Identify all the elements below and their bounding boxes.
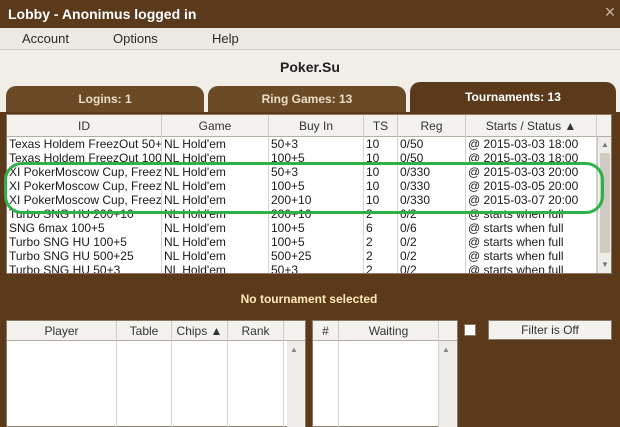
waiting-scrollbar[interactable]: ▲ — [439, 341, 457, 427]
cell-id: SNG 6max 100+5 — [7, 221, 162, 235]
scroll-down-icon[interactable]: ▼ — [599, 259, 611, 271]
cell-reg: 0/2 — [398, 249, 466, 263]
cell-status: @ starts when full — [466, 249, 597, 263]
waiting-col-divider — [313, 341, 339, 427]
title-bar: Lobby - Anonimus logged in × — [0, 0, 620, 28]
brand-title: Poker.Su — [280, 59, 340, 75]
col-waiting[interactable]: Waiting — [339, 321, 439, 341]
cell-buy-in: 500+25 — [269, 249, 364, 263]
menu-bar: Account Options Help — [0, 28, 620, 50]
col-game[interactable]: Game — [162, 115, 269, 137]
grid-header: ID Game Buy In TS Reg Starts / Status ▲ — [7, 115, 611, 137]
players-scrollbar[interactable]: ▲ — [287, 341, 305, 427]
table-row[interactable]: Turbo SNG HU 500+25 NL Hold'em 500+25 2 0/2 @… — [7, 249, 597, 263]
waiting-col-divider — [339, 341, 439, 427]
cell-ts: 2 — [364, 263, 398, 273]
cell-game: NL Hold'em — [162, 263, 269, 273]
cell-id: Turbo SNG HU 100+5 — [7, 235, 162, 249]
cell-buy-in: 100+5 — [269, 235, 364, 249]
cell-reg: 0/50 — [398, 137, 466, 151]
col-number[interactable]: # — [313, 321, 339, 341]
table-row[interactable]: Texas Holdem FreezOut 50+3 NL Hold'em 50+3… — [7, 137, 597, 151]
cell-buy-in: 50+3 — [269, 137, 364, 151]
players-col-divider — [117, 341, 172, 427]
table-row[interactable]: SNG 6max 100+5 NL Hold'em 100+5 6 0/6 @ start… — [7, 221, 597, 235]
col-buy-in[interactable]: Buy In — [269, 115, 364, 137]
col-table[interactable]: Table — [117, 321, 172, 341]
cell-game: NL Hold'em — [162, 249, 269, 263]
cell-ts: 6 — [364, 221, 398, 235]
cell-ts: 2 — [364, 249, 398, 263]
close-icon[interactable]: × — [602, 3, 618, 21]
scroll-up-icon[interactable]: ▲ — [290, 345, 298, 354]
cell-game: NL Hold'em — [162, 137, 269, 151]
col-player[interactable]: Player — [7, 321, 117, 341]
cell-reg: 0/6 — [398, 221, 466, 235]
cell-ts: 2 — [364, 235, 398, 249]
waiting-list: # Waiting ▲ — [312, 320, 458, 427]
cell-id: Texas Holdem FreezOut 50+3 — [9, 137, 162, 151]
window-title: Lobby - Anonimus logged in — [8, 6, 197, 22]
cell-buy-in: 100+5 — [269, 221, 364, 235]
filter-button[interactable]: Filter is Off — [488, 320, 612, 340]
tournaments-panel: ID Game Buy In TS Reg Starts / Status ▲ … — [2, 112, 616, 427]
cell-status: @ starts when full — [466, 221, 597, 235]
scroll-up-icon[interactable]: ▲ — [442, 345, 450, 354]
menu-options[interactable]: Options — [113, 31, 158, 46]
tab-strip: Logins: 1 Ring Games: 13 Tournaments: 13 — [0, 82, 620, 112]
cell-id: Turbo SNG HU 500+25 — [7, 249, 162, 263]
cell-status: @ starts when full — [466, 263, 597, 273]
players-col-divider — [172, 341, 228, 427]
col-ts[interactable]: TS — [364, 115, 398, 137]
players-header: Player Table Chips ▲ Rank — [7, 321, 305, 341]
tab-logins[interactable]: Logins: 1 — [6, 86, 204, 112]
cell-reg: 0/2 — [398, 235, 466, 249]
cell-ts: 10 — [364, 137, 398, 151]
players-col-divider — [7, 341, 117, 427]
cell-id: Turbo SNG HU 50+3 — [7, 263, 162, 273]
tab-ring-games[interactable]: Ring Games: 13 — [208, 86, 406, 112]
col-chips[interactable]: Chips ▲ — [172, 321, 228, 341]
table-row[interactable]: Turbo SNG HU 50+3 NL Hold'em 50+3 2 0/2 @ sta… — [7, 263, 597, 273]
col-reg[interactable]: Reg — [398, 115, 466, 137]
col-id[interactable]: ID — [7, 115, 162, 137]
col-starts-status[interactable]: Starts / Status ▲ — [466, 115, 597, 137]
scroll-up-icon[interactable]: ▲ — [599, 139, 611, 151]
cell-game: NL Hold'em — [162, 221, 269, 235]
cell-reg: 0/2 — [398, 263, 466, 273]
menu-account[interactable]: Account — [22, 31, 69, 46]
cell-status: @ 2015-03-03 18:00 — [466, 137, 597, 151]
table-row[interactable]: Turbo SNG HU 100+5 NL Hold'em 100+5 2 0/2 @ s… — [7, 235, 597, 249]
waiting-header: # Waiting — [313, 321, 457, 341]
col-rank[interactable]: Rank — [228, 321, 284, 341]
filter-checkbox[interactable] — [464, 324, 476, 336]
tab-tournaments[interactable]: Tournaments: 13 — [410, 82, 616, 112]
menu-help[interactable]: Help — [212, 31, 239, 46]
brand-area: Poker.Su — [0, 50, 620, 86]
players-list: Player Table Chips ▲ Rank ▲ — [6, 320, 306, 427]
cell-buy-in: 50+3 — [269, 263, 364, 273]
status-text: No tournament selected — [240, 292, 378, 306]
cell-game: NL Hold'em — [162, 235, 269, 249]
players-col-divider — [228, 341, 284, 427]
highlight-outline — [4, 162, 604, 214]
cell-status: @ starts when full — [466, 235, 597, 249]
